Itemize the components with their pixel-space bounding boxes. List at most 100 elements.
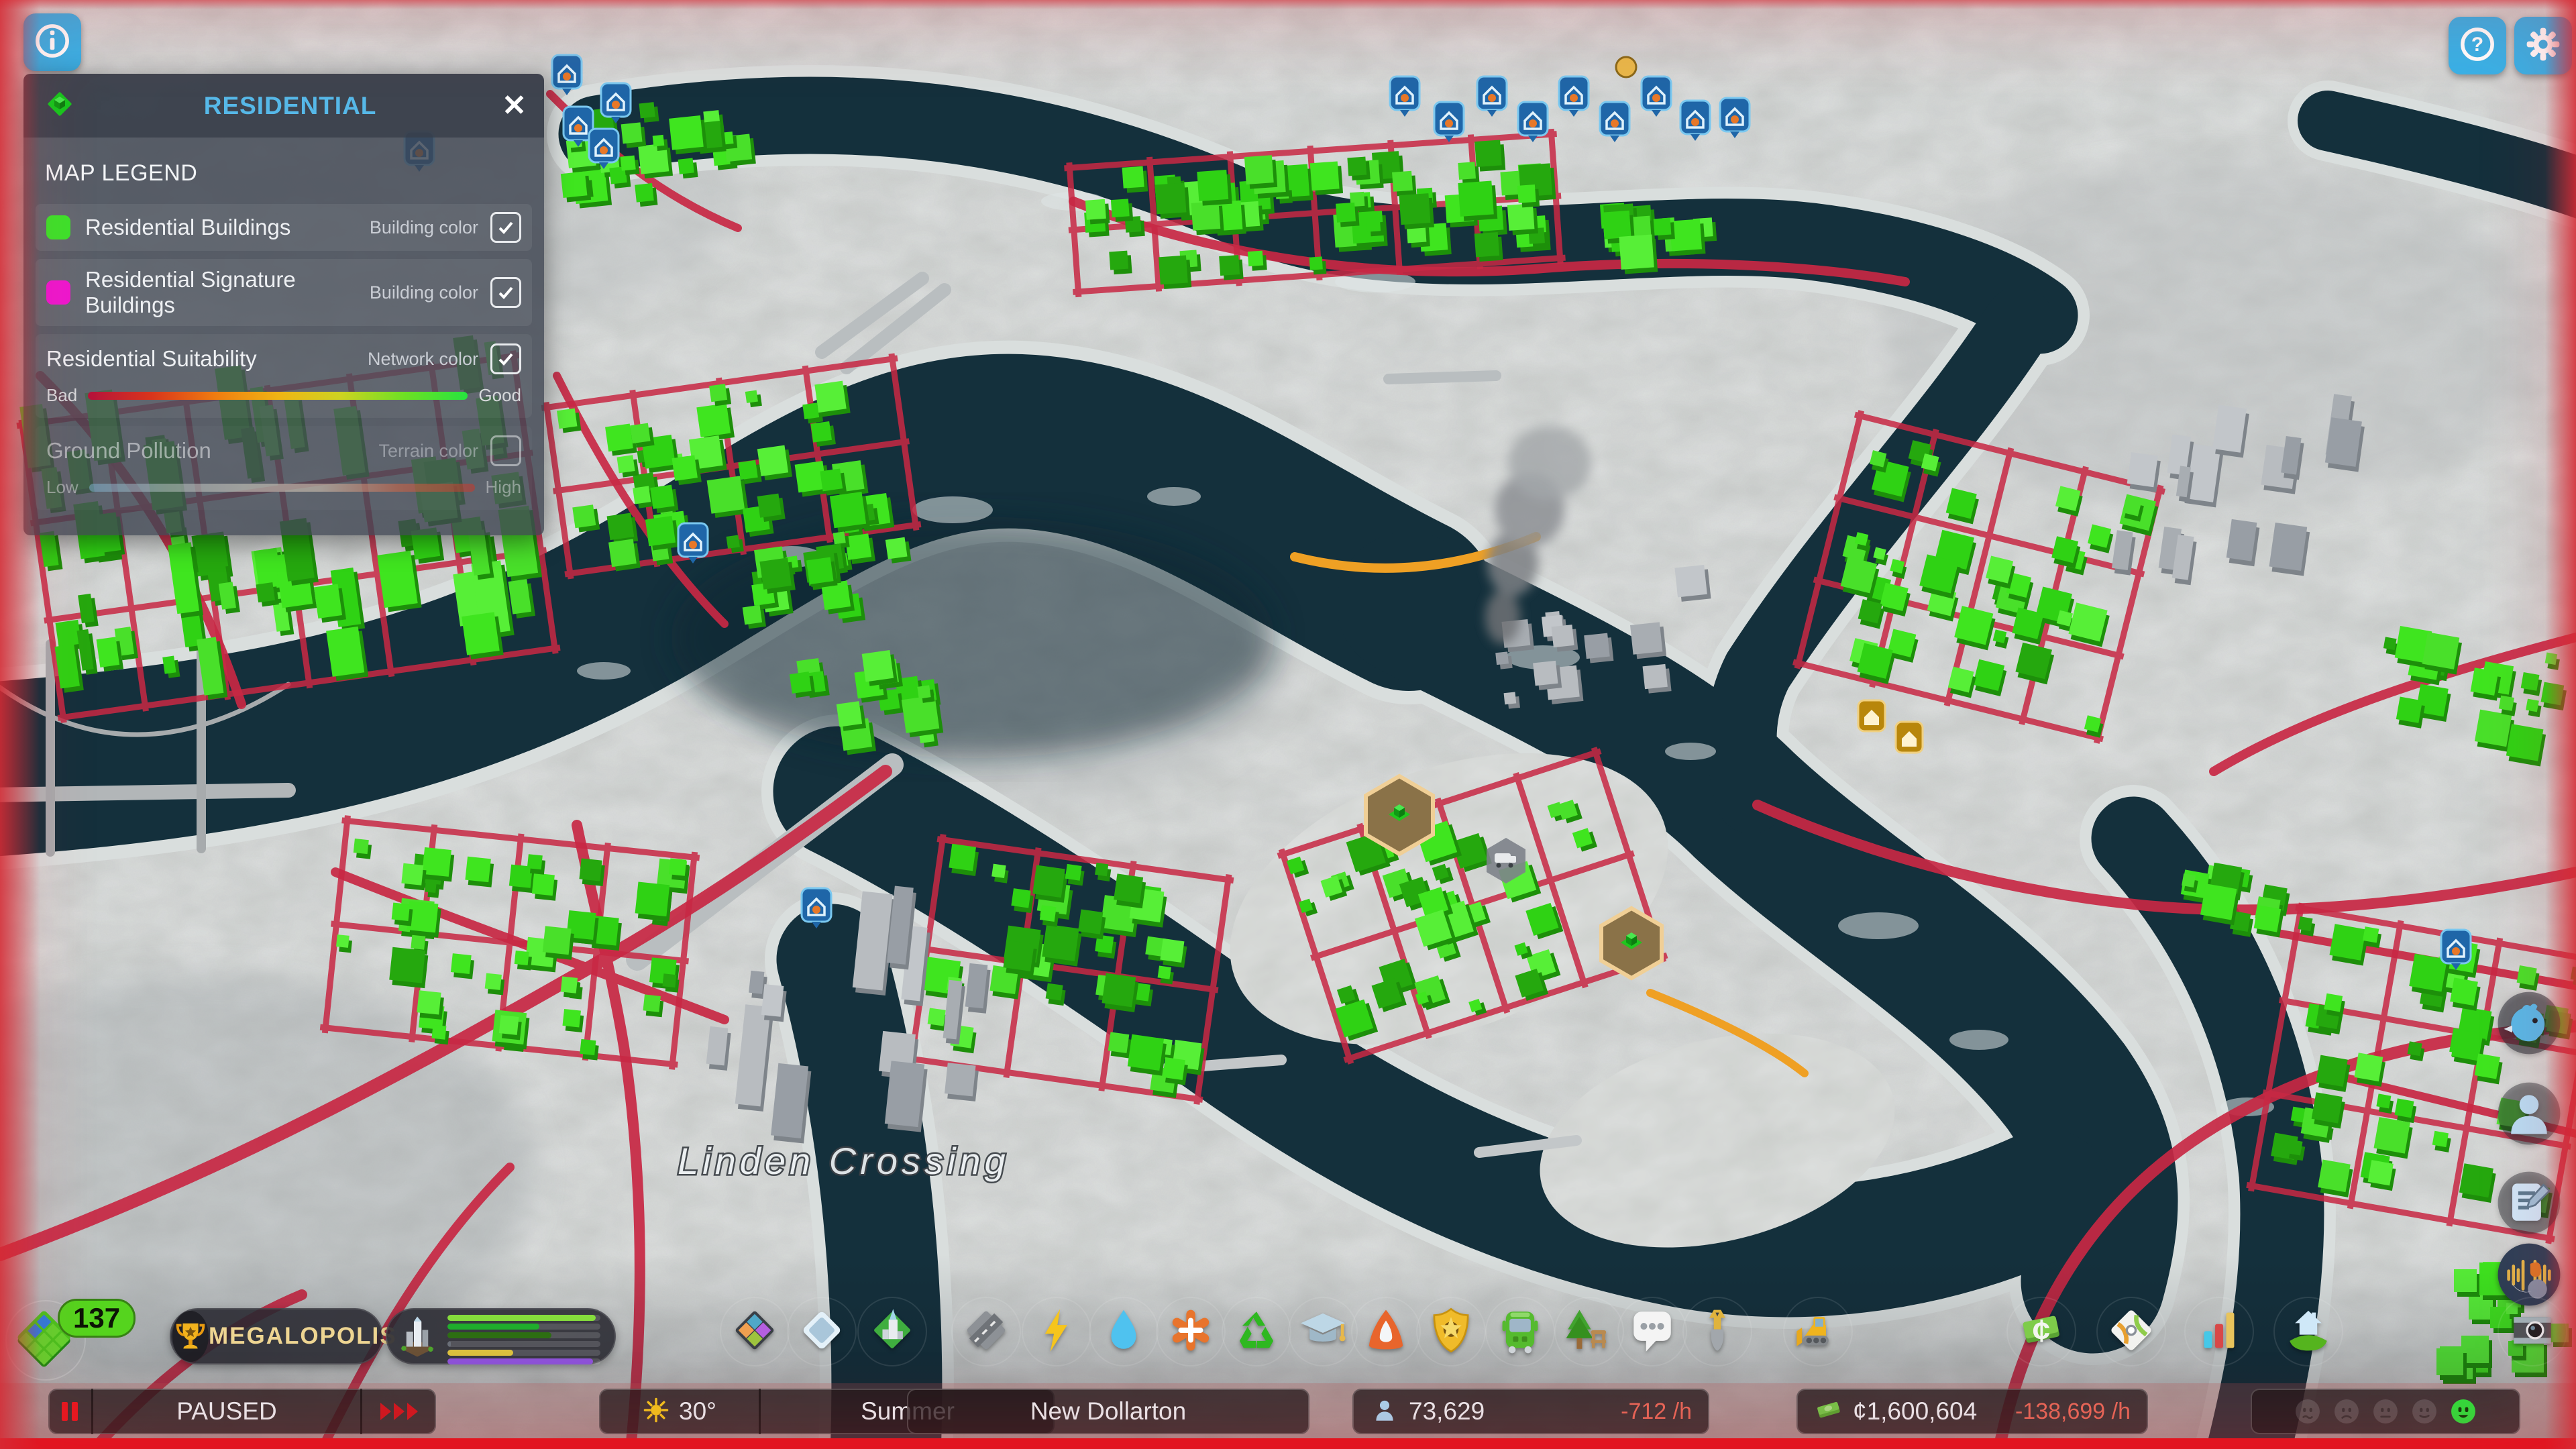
notification-marker[interactable] — [1558, 75, 1590, 117]
bulldozer-tool-button[interactable] — [1783, 1297, 1853, 1366]
city-name-pill[interactable]: New Dollarton — [907, 1389, 1309, 1434]
legend-heading: MAP LEGEND — [45, 160, 198, 186]
checkbox-pollution[interactable] — [490, 435, 521, 466]
citizen-button[interactable] — [2493, 1079, 2565, 1151]
progression-icon — [2284, 1305, 2333, 1358]
notification-marker[interactable] — [1517, 101, 1549, 142]
residential-swatch — [46, 215, 70, 239]
zoning-demand-pill[interactable] — [386, 1308, 616, 1364]
info-views-tool-button[interactable] — [2096, 1297, 2166, 1366]
time-controls: PAUSED — [48, 1389, 436, 1434]
garbage-tool-button[interactable] — [1222, 1297, 1291, 1366]
pause-icon — [62, 1402, 78, 1421]
milestone-name: MEGALOPOLIS — [209, 1323, 397, 1349]
temperature: 30° — [599, 1389, 759, 1434]
checkbox-signature[interactable] — [490, 277, 521, 308]
speed-button[interactable] — [362, 1389, 436, 1434]
roads-tool-button[interactable] — [951, 1297, 1021, 1366]
healthcare-tool-button[interactable] — [1156, 1297, 1226, 1366]
checkbox-residential[interactable] — [490, 212, 521, 243]
statistics-icon — [2194, 1305, 2244, 1358]
notification-marker[interactable] — [1679, 99, 1711, 141]
electricity-tool-button[interactable] — [1022, 1297, 1091, 1366]
economy-tool-button[interactable]: ¢ — [2006, 1297, 2076, 1366]
sim-state: PAUSED — [176, 1397, 277, 1425]
treasury-pill[interactable]: ¢1,600,604 -138,699 /h — [1796, 1389, 2148, 1434]
pause-button[interactable] — [48, 1389, 91, 1434]
economy-icon: ¢ — [2017, 1305, 2066, 1358]
notification-marker[interactable] — [1433, 101, 1465, 142]
legend-row-ground-pollution: Ground Pollution Terrain color Low High — [36, 426, 532, 510]
transportation-tool-button[interactable] — [1485, 1297, 1555, 1366]
housing-marker[interactable] — [1894, 720, 1924, 754]
sun-icon — [641, 1395, 671, 1428]
happiness-face-miserable — [2295, 1399, 2320, 1424]
notification-marker[interactable] — [551, 54, 583, 95]
city-demand-icon — [386, 1311, 441, 1362]
landscaping-icon — [1693, 1305, 1742, 1358]
panel-title: RESIDENTIAL — [203, 91, 377, 119]
signature-swatch — [46, 280, 70, 305]
photo-mode-icon — [2508, 1305, 2557, 1358]
police-tool-button[interactable] — [1416, 1297, 1486, 1366]
chirper-button[interactable] — [2493, 988, 2565, 1061]
photo-mode-tool-button[interactable] — [2498, 1297, 2567, 1366]
settings-button[interactable] — [2514, 17, 2572, 74]
infoview-legend-panel: RESIDENTIAL ✕ MAP LEGEND Residential Bui… — [23, 74, 544, 535]
water-sewage-icon — [1099, 1305, 1148, 1358]
close-icon[interactable]: ✕ — [502, 91, 527, 121]
notification-marker[interactable] — [2440, 928, 2472, 970]
trophy-icon — [172, 1311, 209, 1362]
help-icon: ? — [2457, 23, 2498, 68]
landscaping-tool-button[interactable] — [1682, 1297, 1752, 1366]
notification-marker[interactable] — [1476, 75, 1508, 117]
milestone-name-pill[interactable]: MEGALOPOLIS — [170, 1308, 396, 1364]
signature-buildings-tool-button[interactable] — [857, 1297, 927, 1366]
happiness-face-sad — [2334, 1399, 2359, 1424]
chirper-icon — [2496, 989, 2563, 1060]
education-tool-button[interactable] — [1288, 1297, 1358, 1366]
notification-marker[interactable] — [1599, 101, 1631, 142]
parks-recreation-icon — [1564, 1305, 1614, 1358]
notification-marker[interactable] — [1389, 75, 1421, 117]
statistics-tool-button[interactable] — [2184, 1297, 2254, 1366]
fire-rescue-tool-button[interactable] — [1351, 1297, 1421, 1366]
notification-marker[interactable] — [588, 127, 620, 169]
housing-marker[interactable] — [1857, 699, 1886, 733]
transportation-icon — [1495, 1305, 1545, 1358]
population-pill[interactable]: 73,629 -712 /h — [1352, 1389, 1709, 1434]
notification-marker[interactable] — [1640, 75, 1672, 117]
checkbox-suitability[interactable] — [490, 343, 521, 374]
communications-tool-button[interactable] — [1617, 1297, 1687, 1366]
citizen-icon — [2496, 1080, 2563, 1150]
notification-marker[interactable] — [800, 887, 833, 928]
notification-marker[interactable] — [600, 82, 632, 123]
fast-forward-icon — [380, 1403, 418, 1420]
progression-tool-button[interactable] — [2273, 1297, 2343, 1366]
notification-marker[interactable] — [677, 522, 709, 564]
notification-marker[interactable] — [1719, 97, 1751, 138]
signature-building-marker[interactable] — [1364, 773, 1435, 857]
happiness-face-content — [2412, 1399, 2437, 1424]
alert-strip — [0, 1438, 2576, 1449]
electricity-icon — [1032, 1305, 1081, 1358]
svg-text:¢: ¢ — [2033, 1313, 2050, 1349]
gear-icon — [2522, 23, 2564, 68]
legend-row-residential: Residential Buildings Building color — [36, 204, 532, 251]
parks-recreation-tool-button[interactable] — [1554, 1297, 1624, 1366]
milestone-level-badge: 137 — [58, 1299, 136, 1338]
residential-icon — [41, 85, 78, 126]
areas-tool-button[interactable] — [787, 1297, 857, 1366]
help-button[interactable]: ? — [2449, 17, 2506, 74]
water-sewage-tool-button[interactable] — [1089, 1297, 1159, 1366]
info-view-button[interactable] — [23, 13, 81, 71]
pollution-gradient — [89, 483, 475, 492]
legend-row-suitability: Residential Suitability Network color Ba… — [36, 334, 532, 418]
legend-row-signature: Residential Signature Buildings Building… — [36, 259, 532, 326]
signature-building-marker[interactable] — [1599, 906, 1664, 981]
journal-button[interactable] — [2493, 1168, 2565, 1240]
happiness-pill[interactable] — [2251, 1389, 2520, 1434]
zones-tool-button[interactable] — [720, 1297, 790, 1366]
healthcare-icon — [1166, 1305, 1216, 1358]
info-icon — [32, 20, 73, 65]
